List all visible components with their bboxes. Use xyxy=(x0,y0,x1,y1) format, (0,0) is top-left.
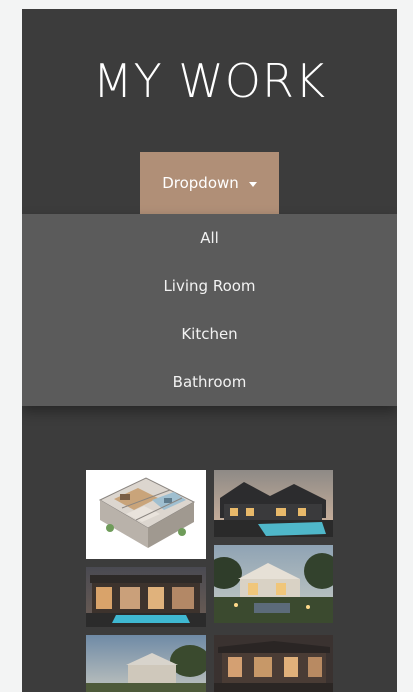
house-terrace-image[interactable] xyxy=(214,635,333,692)
house-pool-image[interactable] xyxy=(214,470,333,537)
page-title: MY WORK xyxy=(92,54,327,108)
dropdown-label: Dropdown xyxy=(162,174,239,192)
menu-item-all[interactable]: All xyxy=(22,214,397,262)
menu-item-kitchen[interactable]: Kitchen xyxy=(22,310,397,358)
dropdown-menu: All Living Room Kitchen Bathroom xyxy=(22,214,397,406)
menu-item-living-room[interactable]: Living Room xyxy=(22,262,397,310)
house-night-image[interactable] xyxy=(86,567,206,627)
floor-plan-image[interactable] xyxy=(86,470,206,559)
caret-down-icon xyxy=(248,181,257,187)
dropdown-button[interactable]: Dropdown xyxy=(140,152,279,214)
portfolio-section: MY WORK Dropdown All Living Room Kitchen… xyxy=(22,9,397,692)
house-hill-image[interactable] xyxy=(86,635,206,692)
garden-house-image[interactable] xyxy=(214,545,333,623)
menu-item-bathroom[interactable]: Bathroom xyxy=(22,358,397,406)
